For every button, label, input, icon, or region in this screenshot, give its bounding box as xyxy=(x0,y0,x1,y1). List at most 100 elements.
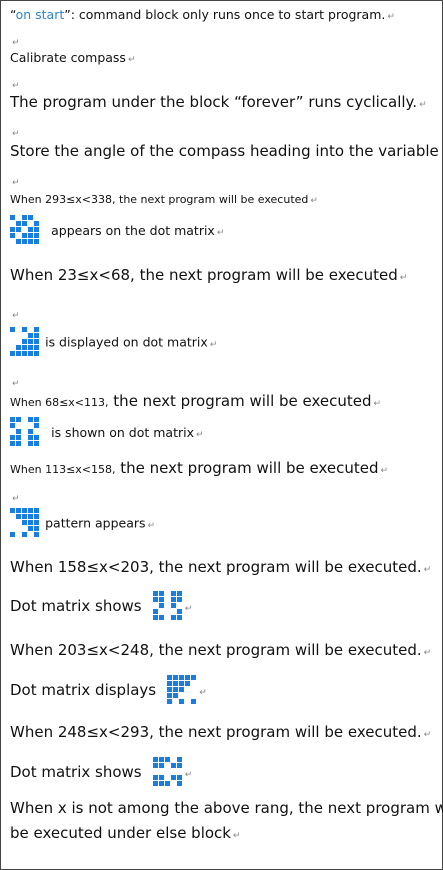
dot-matrix-cell xyxy=(152,763,158,768)
dot-matrix-cell xyxy=(22,514,27,519)
matrix-caption: pattern appears xyxy=(45,515,146,531)
dot-matrix-cell xyxy=(34,227,39,232)
dot-matrix-cell xyxy=(185,675,191,680)
dot-matrix-cell xyxy=(34,233,39,238)
empty-paragraph: ↵ xyxy=(10,486,20,505)
dot-matrix-cell xyxy=(10,435,15,440)
dot-matrix-cell xyxy=(22,429,27,434)
condition-range: When 113≤x<158, xyxy=(10,463,116,476)
return-mark-icon: ↵ xyxy=(209,339,218,350)
condition-text: When 293≤x<338, the next program will be… xyxy=(10,193,309,206)
dot-matrix-cell xyxy=(34,435,39,440)
dot-matrix-cell xyxy=(28,221,33,226)
calibrate-line: Calibrate compass ↵ xyxy=(10,50,136,65)
store-angle-line: Store the angle of the compass heading i… xyxy=(10,142,443,160)
else-line-2: be executed under else block ↵ xyxy=(10,824,241,842)
return-mark-icon: ↵ xyxy=(12,494,20,504)
dot-matrix-cell xyxy=(176,781,182,786)
dot-matrix-cell xyxy=(16,221,21,226)
dot-matrix-cell xyxy=(185,693,191,698)
return-mark-icon: ↵ xyxy=(12,379,20,389)
dot-matrix-cell xyxy=(170,591,176,596)
dot-matrix-cell xyxy=(22,435,27,440)
return-mark-icon: ↵ xyxy=(196,429,204,440)
dot-matrix-cell xyxy=(28,417,33,422)
dot-matrix-cell xyxy=(152,775,158,780)
forever-line: The program under the block “forever” ru… xyxy=(10,93,427,111)
dot-matrix-cell xyxy=(10,441,15,446)
dot-matrix-cell xyxy=(170,757,176,762)
dot-matrix-cell xyxy=(28,327,33,332)
matrix-caption: is shown on dot matrix xyxy=(51,424,195,440)
dot-matrix-cell xyxy=(176,763,182,768)
dot-matrix-icon xyxy=(167,675,197,705)
dot-matrix-cell xyxy=(34,221,39,226)
empty-paragraph: ↵ xyxy=(10,371,20,390)
condition-203-248: When 203≤x<248, the next program will be… xyxy=(10,641,431,659)
dot-matrix-cell xyxy=(28,351,33,356)
condition-text: When 158≤x<203, the next program will be… xyxy=(10,558,422,576)
dot-matrix-cell xyxy=(16,339,21,344)
dot-matrix-cell xyxy=(22,508,27,513)
dot-matrix-cell xyxy=(170,615,176,620)
dot-matrix-cell xyxy=(170,603,176,608)
dot-matrix-cell xyxy=(16,508,21,513)
return-mark-icon: ↵ xyxy=(423,730,432,740)
calibrate-text: Calibrate compass xyxy=(10,50,126,65)
dot-matrix-icon xyxy=(152,591,183,621)
dot-matrix-cell xyxy=(28,441,33,446)
dot-matrix-cell xyxy=(10,227,15,232)
dot-matrix-cell xyxy=(22,333,27,338)
matrix-line-5: Dot matrix shows ↵ xyxy=(10,591,192,621)
dot-matrix-cell xyxy=(179,699,185,704)
dot-matrix-cell xyxy=(34,215,39,220)
dot-matrix-cell xyxy=(176,775,182,780)
return-mark-icon: ↵ xyxy=(184,769,193,780)
empty-paragraph: ↵ xyxy=(10,73,20,92)
dot-matrix-cell xyxy=(10,520,15,525)
dot-matrix-cell xyxy=(158,781,164,786)
condition-range: When 68≤x<113, xyxy=(10,396,109,409)
dot-matrix-cell xyxy=(158,609,164,614)
dot-matrix-cell xyxy=(152,757,158,762)
dot-matrix-cell xyxy=(28,239,33,244)
dot-matrix-cell xyxy=(34,532,39,537)
dot-matrix-cell xyxy=(152,781,158,786)
dot-matrix-cell xyxy=(152,603,158,608)
condition-158-203: When 158≤x<203, the next program will be… xyxy=(10,558,431,576)
dot-matrix-cell xyxy=(167,693,173,698)
return-mark-icon: ↵ xyxy=(184,603,193,614)
dot-matrix-icon xyxy=(10,327,40,357)
dot-matrix-cell xyxy=(16,532,21,537)
dot-matrix-cell xyxy=(164,591,170,596)
dot-matrix-cell xyxy=(22,417,27,422)
dot-matrix-cell xyxy=(34,239,39,244)
return-mark-icon: ↵ xyxy=(127,55,136,65)
dot-matrix-cell xyxy=(179,675,185,680)
condition-text: the next program will be executed xyxy=(108,392,372,410)
dot-matrix-cell xyxy=(170,609,176,614)
dot-matrix-cell xyxy=(164,603,170,608)
dot-matrix-cell xyxy=(167,687,173,692)
forever-text: The program under the block “forever” ru… xyxy=(10,93,418,111)
return-mark-icon: ↵ xyxy=(147,520,156,531)
dot-matrix-cell xyxy=(170,775,176,780)
dot-matrix-cell xyxy=(16,227,21,232)
dot-matrix-icon xyxy=(10,417,40,447)
return-mark-icon: ↵ xyxy=(387,12,395,22)
return-mark-icon: ↵ xyxy=(12,38,20,48)
dot-matrix-cell xyxy=(179,687,185,692)
dot-matrix-cell xyxy=(191,681,197,686)
return-mark-icon: ↵ xyxy=(12,129,20,139)
store-angle-text: Store the angle of the compass heading i… xyxy=(10,142,443,160)
dot-matrix-cell xyxy=(16,429,21,434)
matrix-caption: Dot matrix displays xyxy=(10,681,157,699)
dot-matrix-cell xyxy=(22,327,27,332)
dot-matrix-cell xyxy=(10,327,15,332)
empty-paragraph: ↵ xyxy=(10,121,20,140)
dot-matrix-cell xyxy=(152,591,158,596)
condition-113-158: When 113≤x<158, the next program will be… xyxy=(10,458,388,477)
dot-matrix-cell xyxy=(173,675,179,680)
dot-matrix-cell xyxy=(158,603,164,608)
dot-matrix-cell xyxy=(16,215,21,220)
